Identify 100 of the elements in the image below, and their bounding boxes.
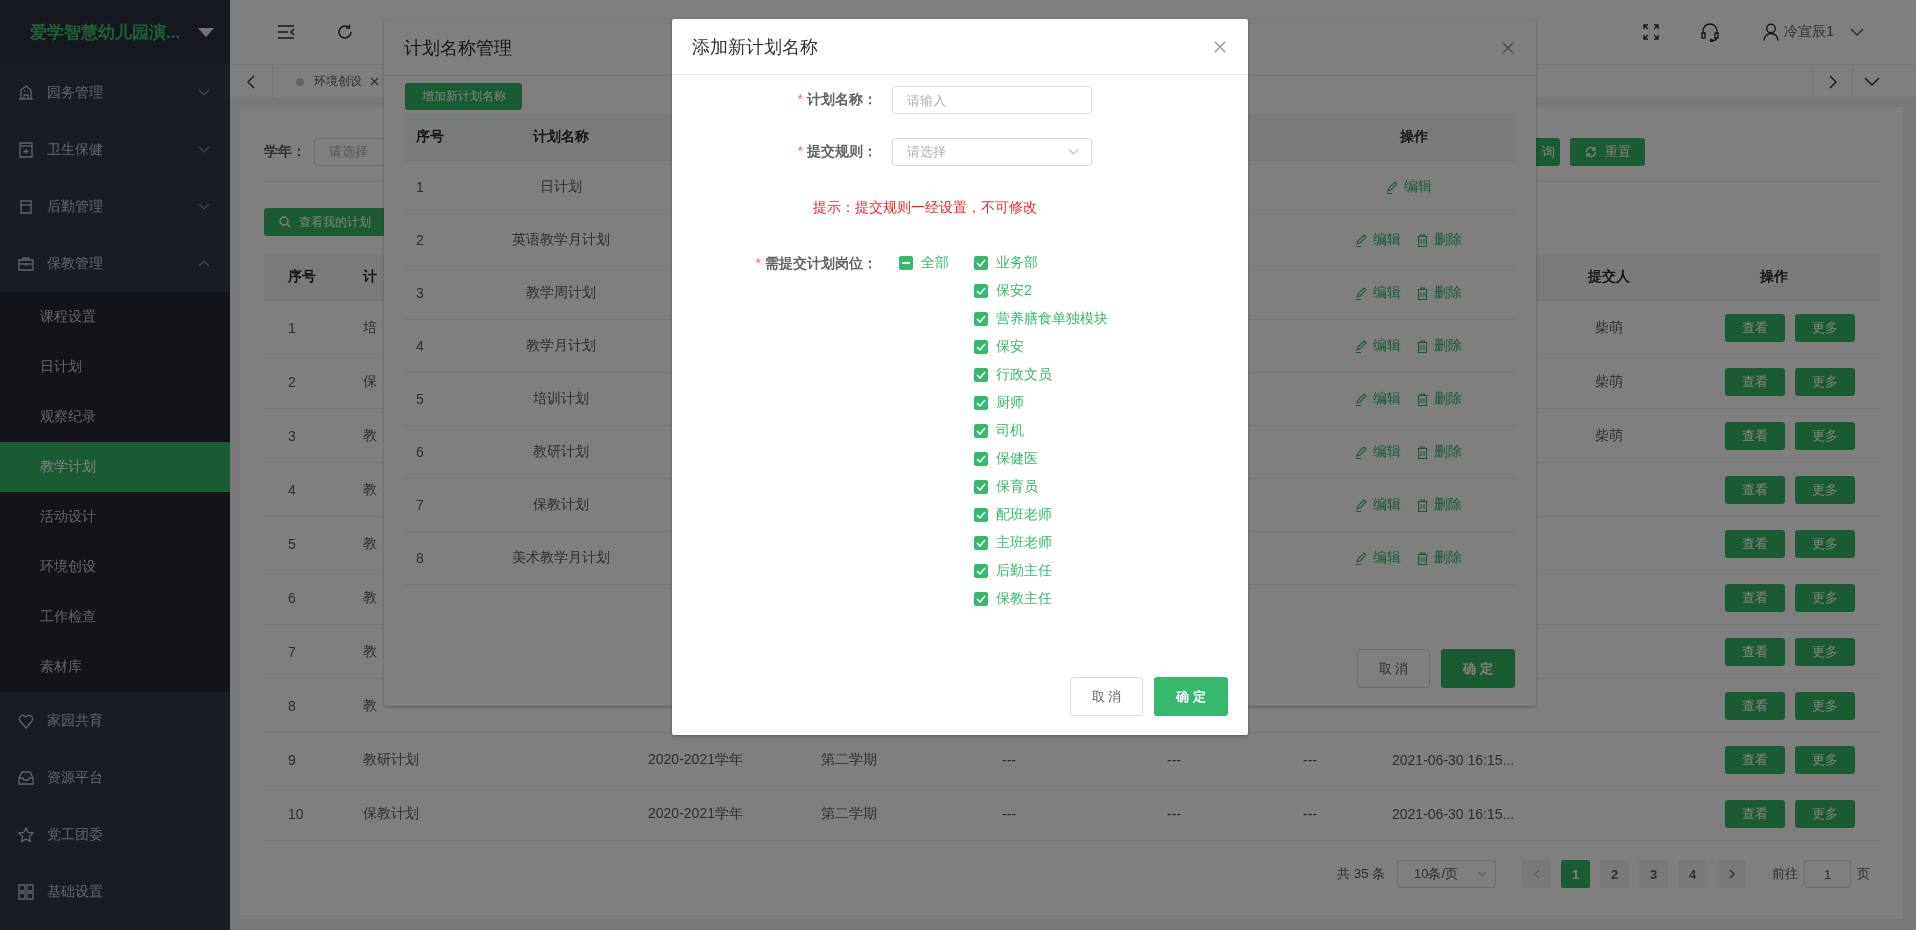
position-checkbox[interactable]: 保安: [974, 333, 1108, 361]
delete-link[interactable]: 删除: [1434, 337, 1462, 355]
view-button[interactable]: 查看: [1725, 583, 1785, 612]
user-icon[interactable]: [1763, 23, 1780, 41]
tab-label[interactable]: 环境创设: [314, 73, 362, 90]
my-plans-button[interactable]: 查看我的计划: [264, 208, 386, 236]
more-button[interactable]: 更多: [1795, 799, 1855, 828]
plan-name-input[interactable]: 请输入: [892, 86, 1092, 114]
page-number-button[interactable]: 1: [1561, 860, 1590, 888]
user-name[interactable]: 冷宣辰1: [1784, 23, 1834, 41]
more-button[interactable]: 更多: [1795, 529, 1855, 558]
menu-fold-icon[interactable]: [277, 24, 295, 40]
trash-icon[interactable]: [1417, 551, 1428, 565]
close-icon[interactable]: [1214, 40, 1226, 53]
more-button[interactable]: 更多: [1795, 421, 1855, 450]
pencil-icon[interactable]: [1385, 180, 1398, 194]
position-checkbox[interactable]: 保教主任: [974, 585, 1108, 613]
next-page-button[interactable]: [1717, 860, 1746, 888]
sidebar-menu-item[interactable]: 资源平台: [0, 749, 230, 806]
view-button[interactable]: 查看: [1725, 529, 1785, 558]
pencil-icon[interactable]: [1355, 498, 1367, 512]
trash-icon[interactable]: [1417, 286, 1428, 300]
sidebar-menu-item[interactable]: 基础设置: [0, 863, 230, 920]
previous-page-button[interactable]: [1522, 860, 1551, 888]
sidebar-submenu-item[interactable]: 教学计划: [0, 442, 230, 492]
chevron-down-icon[interactable]: [1850, 28, 1864, 36]
headset-icon[interactable]: [1700, 22, 1721, 42]
cancel-button[interactable]: 取 消: [1070, 677, 1143, 716]
position-checkbox[interactable]: 保安2: [974, 277, 1108, 305]
sidebar-menu-item[interactable]: 党工团委: [0, 806, 230, 863]
view-button[interactable]: 查看: [1725, 799, 1785, 828]
submit-rule-select[interactable]: 请选择: [892, 138, 1092, 166]
pencil-icon[interactable]: [1355, 233, 1367, 247]
sidebar-menu-item[interactable]: 卫生保健: [0, 121, 230, 178]
more-button[interactable]: 更多: [1795, 475, 1855, 504]
delete-link[interactable]: 删除: [1434, 284, 1462, 302]
edit-link[interactable]: 编辑: [1373, 549, 1401, 567]
edit-link[interactable]: 编辑: [1373, 231, 1401, 249]
select-all-checkbox[interactable]: 全部: [899, 249, 974, 277]
fullscreen-icon[interactable]: [1643, 24, 1660, 40]
reset-button[interactable]: 重置: [1570, 138, 1645, 166]
view-button[interactable]: 查看: [1725, 421, 1785, 450]
delete-link[interactable]: 删除: [1434, 549, 1462, 567]
page-number-button[interactable]: 2: [1600, 860, 1629, 888]
sidebar-menu-item[interactable]: 园务管理: [0, 64, 230, 121]
confirm-button[interactable]: 确 定: [1154, 677, 1228, 716]
page-input[interactable]: 1: [1804, 860, 1851, 888]
edit-link[interactable]: 编辑: [1373, 496, 1401, 514]
more-button[interactable]: 更多: [1795, 637, 1855, 666]
view-button[interactable]: 查看: [1725, 691, 1785, 720]
delete-link[interactable]: 删除: [1434, 390, 1462, 408]
view-button[interactable]: 查看: [1725, 745, 1785, 774]
page-size-select[interactable]: 10条/页: [1397, 860, 1496, 888]
add-plan-name-button[interactable]: 增加新计划名称: [405, 83, 522, 110]
trash-icon[interactable]: [1417, 339, 1428, 353]
delete-link[interactable]: 删除: [1434, 443, 1462, 461]
page-tab[interactable]: 环境创设: [273, 65, 389, 98]
delete-link[interactable]: 删除: [1434, 231, 1462, 249]
position-checkbox[interactable]: 营养膳食单独模块: [974, 305, 1108, 333]
more-button[interactable]: 更多: [1795, 745, 1855, 774]
edit-link[interactable]: 编辑: [1373, 337, 1401, 355]
page-number-button[interactable]: 3: [1639, 860, 1668, 888]
sidebar-menu-item[interactable]: 后勤管理: [0, 178, 230, 235]
trash-icon[interactable]: [1417, 498, 1428, 512]
pencil-icon[interactable]: [1355, 286, 1367, 300]
close-icon[interactable]: [370, 77, 379, 86]
pencil-icon[interactable]: [1355, 339, 1367, 353]
view-button[interactable]: 查看: [1725, 313, 1785, 342]
trash-icon[interactable]: [1417, 392, 1428, 406]
sidebar-submenu-item[interactable]: 环境创设: [0, 542, 230, 592]
position-checkbox[interactable]: 司机: [974, 417, 1108, 445]
view-button[interactable]: 查看: [1725, 367, 1785, 396]
more-button[interactable]: 更多: [1795, 367, 1855, 396]
page-number-button[interactable]: 4: [1678, 860, 1707, 888]
position-checkbox[interactable]: 后勤主任: [974, 557, 1108, 585]
caret-down-icon[interactable]: [198, 27, 215, 37]
edit-link[interactable]: 编辑: [1373, 284, 1401, 302]
sidebar-submenu-item[interactable]: 活动设计: [0, 492, 230, 542]
sidebar-submenu-item[interactable]: 课程设置: [0, 292, 230, 342]
pencil-icon[interactable]: [1355, 551, 1367, 565]
delete-link[interactable]: 删除: [1434, 496, 1462, 514]
pencil-icon[interactable]: [1355, 445, 1367, 459]
position-checkbox[interactable]: 行政文员: [974, 361, 1108, 389]
pencil-icon[interactable]: [1355, 392, 1367, 406]
cancel-button[interactable]: 取 消: [1357, 649, 1430, 688]
sidebar-submenu-item[interactable]: 日计划: [0, 342, 230, 392]
position-checkbox[interactable]: 保育员: [974, 473, 1108, 501]
confirm-button[interactable]: 确 定: [1441, 649, 1515, 688]
trash-icon[interactable]: [1417, 445, 1428, 459]
view-button[interactable]: 查看: [1725, 475, 1785, 504]
edit-link[interactable]: 编辑: [1373, 390, 1401, 408]
more-button[interactable]: 更多: [1795, 583, 1855, 612]
position-checkbox[interactable]: 业务部: [974, 249, 1108, 277]
more-button[interactable]: 更多: [1795, 313, 1855, 342]
sidebar-submenu-item[interactable]: 工作检查: [0, 592, 230, 642]
position-checkbox[interactable]: 主班老师: [974, 529, 1108, 557]
refresh-icon[interactable]: [336, 23, 354, 41]
close-icon[interactable]: [1502, 41, 1514, 54]
edit-link[interactable]: 编辑: [1403, 178, 1432, 196]
position-checkbox[interactable]: 厨师: [974, 389, 1108, 417]
